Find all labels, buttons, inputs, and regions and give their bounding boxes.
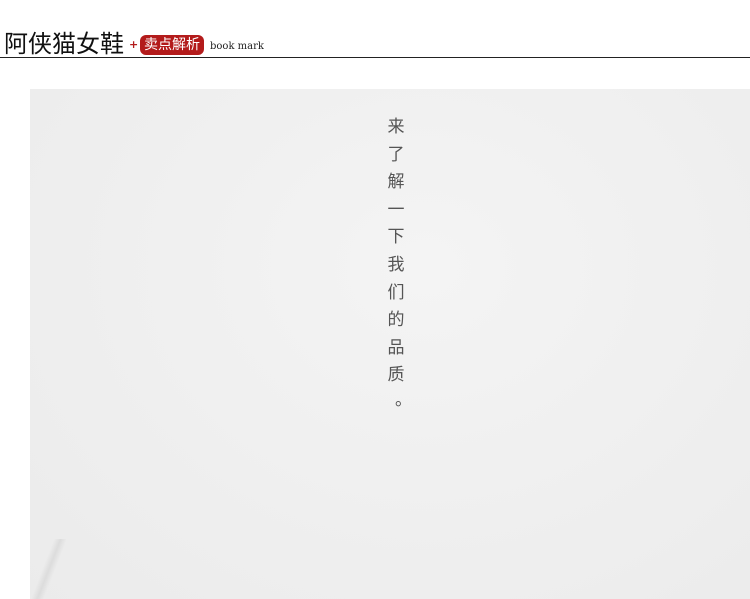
intro-char: 质 [387, 365, 405, 386]
plus-mark: + [129, 38, 139, 51]
brand-title: 阿侠猫女鞋 [4, 30, 124, 58]
intro-char: 解 [387, 172, 405, 193]
section-header: 阿侠猫女鞋 + 卖点解析 book mark [0, 28, 750, 58]
intro-char: 我 [387, 254, 405, 275]
intro-char: 们 [387, 282, 405, 303]
intro-char: 下 [387, 227, 405, 248]
selling-points-badge: 卖点解析 [140, 35, 204, 55]
content-panel: 来 了 解 一 下 我 们 的 品 质 。 [30, 89, 750, 599]
intro-char: 品 [387, 337, 405, 358]
intro-char: 的 [387, 310, 405, 331]
intro-char: 一 [387, 199, 405, 220]
panel-shadow [31, 539, 67, 599]
intro-period: 。 [395, 389, 412, 410]
page: 阿侠猫女鞋 + 卖点解析 book mark 来 了 解 一 下 我 们 的 品… [0, 0, 750, 599]
bookmark-label: book mark [210, 41, 264, 52]
vertical-intro-text: 来 了 解 一 下 我 们 的 品 质 。 [385, 114, 413, 410]
intro-char: 了 [387, 144, 405, 165]
intro-char: 来 [387, 117, 405, 137]
